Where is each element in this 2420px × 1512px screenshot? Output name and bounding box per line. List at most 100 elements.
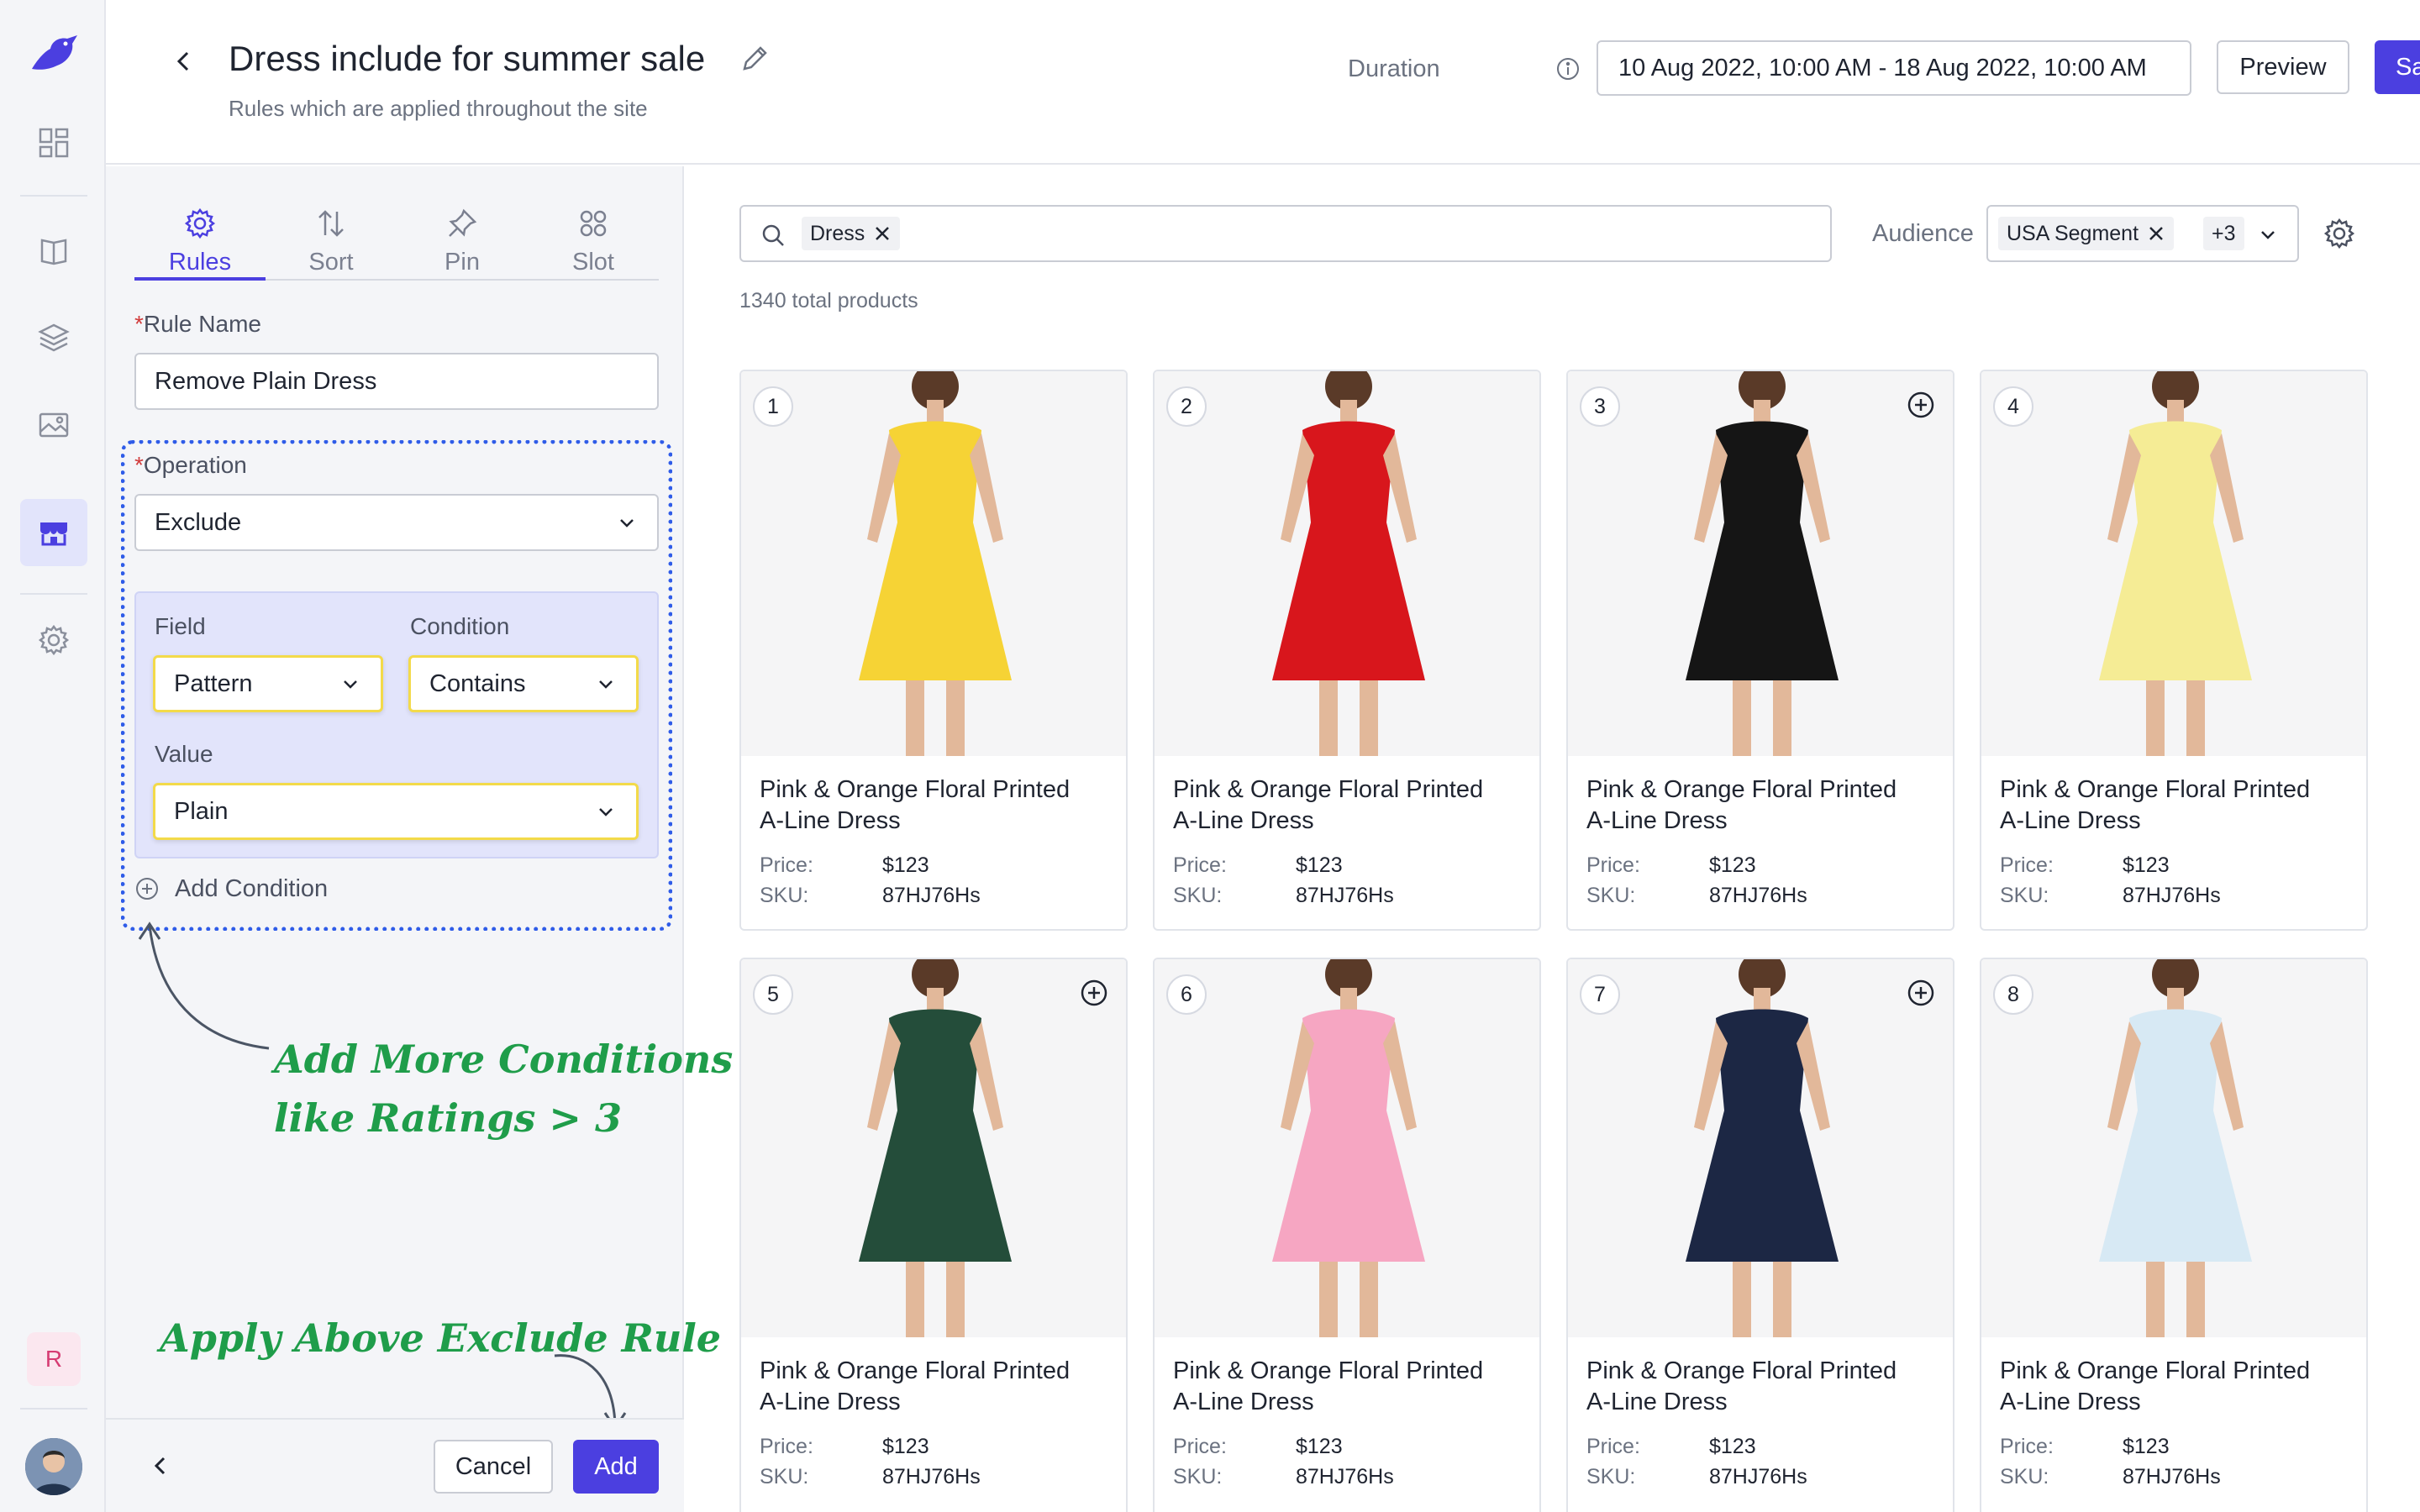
duration-range-field[interactable]: 10 Aug 2022, 10:00 AM - 18 Aug 2022, 10:…	[1597, 40, 2191, 96]
operation-value: Exclude	[155, 508, 242, 536]
price-label: Price:	[2000, 853, 2054, 877]
total-products-count: 1340 total products	[739, 289, 918, 312]
chevron-down-icon	[620, 519, 634, 528]
product-name-line1: Pink & Orange Floral Printed	[1173, 1357, 1484, 1384]
product-name: Pink & Orange Floral Printed A-Line Dres…	[760, 1356, 1113, 1418]
audience-more-badge[interactable]: +3	[2203, 217, 2244, 250]
bird-logo-icon[interactable]	[25, 27, 84, 86]
sku-label: SKU:	[1173, 1465, 1223, 1488]
rail-divider	[20, 195, 87, 197]
product-name-line2: A-Line Dress	[2000, 1389, 2141, 1415]
dress-image-icon	[741, 371, 1126, 756]
search-chip[interactable]: Dress	[802, 217, 901, 250]
media-nav[interactable]	[20, 391, 87, 459]
dress-image-icon	[1568, 959, 1953, 1337]
cancel-button[interactable]: Cancel	[434, 1440, 553, 1494]
storefront-nav[interactable]	[20, 499, 87, 566]
save-button[interactable]: Save	[2375, 40, 2420, 94]
layers-nav[interactable]	[20, 304, 87, 371]
product-position-badge: 2	[1166, 386, 1207, 427]
collapse-panel-button[interactable]	[139, 1445, 182, 1487]
slot-icon	[580, 210, 607, 237]
product-position-badge: 1	[753, 386, 793, 427]
product-card[interactable]: 7 Pink & Orange Floral Printed A-Line Dr…	[1566, 958, 1954, 1512]
operation-label: *Operation	[134, 452, 247, 478]
back-button[interactable]	[161, 39, 207, 84]
field-select[interactable]: Pattern	[153, 655, 383, 712]
product-position-badge: 7	[1580, 974, 1620, 1015]
search-input[interactable]: Dress	[739, 205, 1832, 262]
dashboard-icon	[39, 128, 69, 158]
product-name: Pink & Orange Floral Printed A-Line Dres…	[2000, 1356, 2353, 1418]
pin-product-icon[interactable]	[1904, 388, 1938, 422]
dress-image-icon	[1568, 371, 1953, 756]
dress-image-icon	[1981, 371, 2366, 756]
pin-product-icon[interactable]	[1077, 976, 1111, 1010]
product-name-line1: Pink & Orange Floral Printed	[1173, 776, 1484, 803]
audience-label: Audience	[1872, 220, 1974, 247]
add-condition-label: Add Condition	[175, 874, 329, 902]
sku-label: SKU:	[760, 1465, 809, 1488]
product-name-line2: A-Line Dress	[1173, 807, 1314, 834]
tab-pin[interactable]: Pin	[397, 186, 528, 281]
product-card[interactable]: 1 Pink & Orange Floral Printed A-Line Dr…	[739, 370, 1128, 931]
layers-icon	[38, 323, 70, 352]
product-card[interactable]: 6 Pink & Orange Floral Printed A-Line Dr…	[1153, 958, 1541, 1512]
product-card[interactable]: 8 Pink & Orange Floral Printed A-Line Dr…	[1980, 958, 2368, 1512]
sku-label: SKU:	[1173, 884, 1223, 907]
user-avatar-icon	[25, 1438, 82, 1495]
chevron-down-icon	[599, 680, 613, 689]
add-condition-button[interactable]: Add Condition	[134, 874, 328, 904]
product-name: Pink & Orange Floral Printed A-Line Dres…	[1586, 774, 1939, 837]
storefront-icon	[40, 522, 67, 546]
audience-select[interactable]: USA Segment +3	[1986, 205, 2299, 262]
annotation-more-conditions: Add More Conditions	[274, 1037, 734, 1082]
gear-icon[interactable]	[2323, 217, 2356, 250]
preview-button[interactable]: Preview	[2217, 40, 2349, 94]
tab-rules[interactable]: Rules	[134, 186, 266, 281]
chevron-left-icon	[176, 51, 189, 71]
sku-value: 87HJ76Hs	[2123, 884, 2221, 907]
tab-sort[interactable]: Sort	[266, 186, 397, 281]
product-image	[1981, 371, 2366, 756]
operation-select[interactable]: Exclude	[134, 494, 659, 551]
sort-icon	[318, 210, 344, 237]
avatar[interactable]	[25, 1438, 82, 1495]
product-image	[1155, 959, 1539, 1337]
workspace-badge[interactable]: R	[27, 1332, 81, 1386]
sku-value: 87HJ76Hs	[1296, 1465, 1394, 1488]
settings-nav[interactable]	[20, 606, 87, 674]
pencil-icon[interactable]	[738, 42, 771, 76]
field-label: Field	[155, 613, 206, 639]
duration-label: Duration	[1348, 55, 1440, 82]
field-value: Pattern	[174, 669, 253, 697]
product-name-line2: A-Line Dress	[1586, 1389, 1728, 1415]
close-icon[interactable]	[2147, 224, 2165, 243]
tab-slot[interactable]: Slot	[528, 186, 659, 281]
sku-value: 87HJ76Hs	[1296, 884, 1394, 907]
product-name: Pink & Orange Floral Printed A-Line Dres…	[2000, 774, 2353, 837]
pin-product-icon[interactable]	[1904, 976, 1938, 1010]
product-card[interactable]: 5 Pink & Orange Floral Printed A-Line Dr…	[739, 958, 1128, 1512]
dashboard-nav[interactable]	[20, 109, 87, 176]
condition-select[interactable]: Contains	[408, 655, 639, 712]
product-card[interactable]: 3 Pink & Orange Floral Printed A-Line Dr…	[1566, 370, 1954, 931]
catalog-nav[interactable]	[20, 217, 87, 284]
price-value: $123	[2123, 1435, 2170, 1458]
info-icon[interactable]	[1555, 55, 1581, 82]
price-value: $123	[1296, 853, 1343, 877]
product-card[interactable]: 2 Pink & Orange Floral Printed A-Line Dr…	[1153, 370, 1541, 931]
value-select[interactable]: Plain	[153, 783, 639, 840]
sku-label: SKU:	[760, 884, 809, 907]
product-name: Pink & Orange Floral Printed A-Line Dres…	[1173, 1356, 1526, 1418]
product-card[interactable]: 4 Pink & Orange Floral Printed A-Line Dr…	[1980, 370, 2368, 931]
audience-chip[interactable]: USA Segment	[1998, 217, 2175, 250]
price-value: $123	[2123, 853, 2170, 877]
product-name-line2: A-Line Dress	[760, 807, 901, 834]
plus-circle-icon	[136, 878, 158, 900]
close-icon[interactable]	[873, 224, 892, 243]
add-button[interactable]: Add	[573, 1440, 659, 1494]
rule-name-input[interactable]: Remove Plain Dress	[134, 353, 659, 410]
price-label: Price:	[760, 1435, 813, 1458]
panel-tabs: Rules Sort Pin Slot	[134, 186, 659, 281]
